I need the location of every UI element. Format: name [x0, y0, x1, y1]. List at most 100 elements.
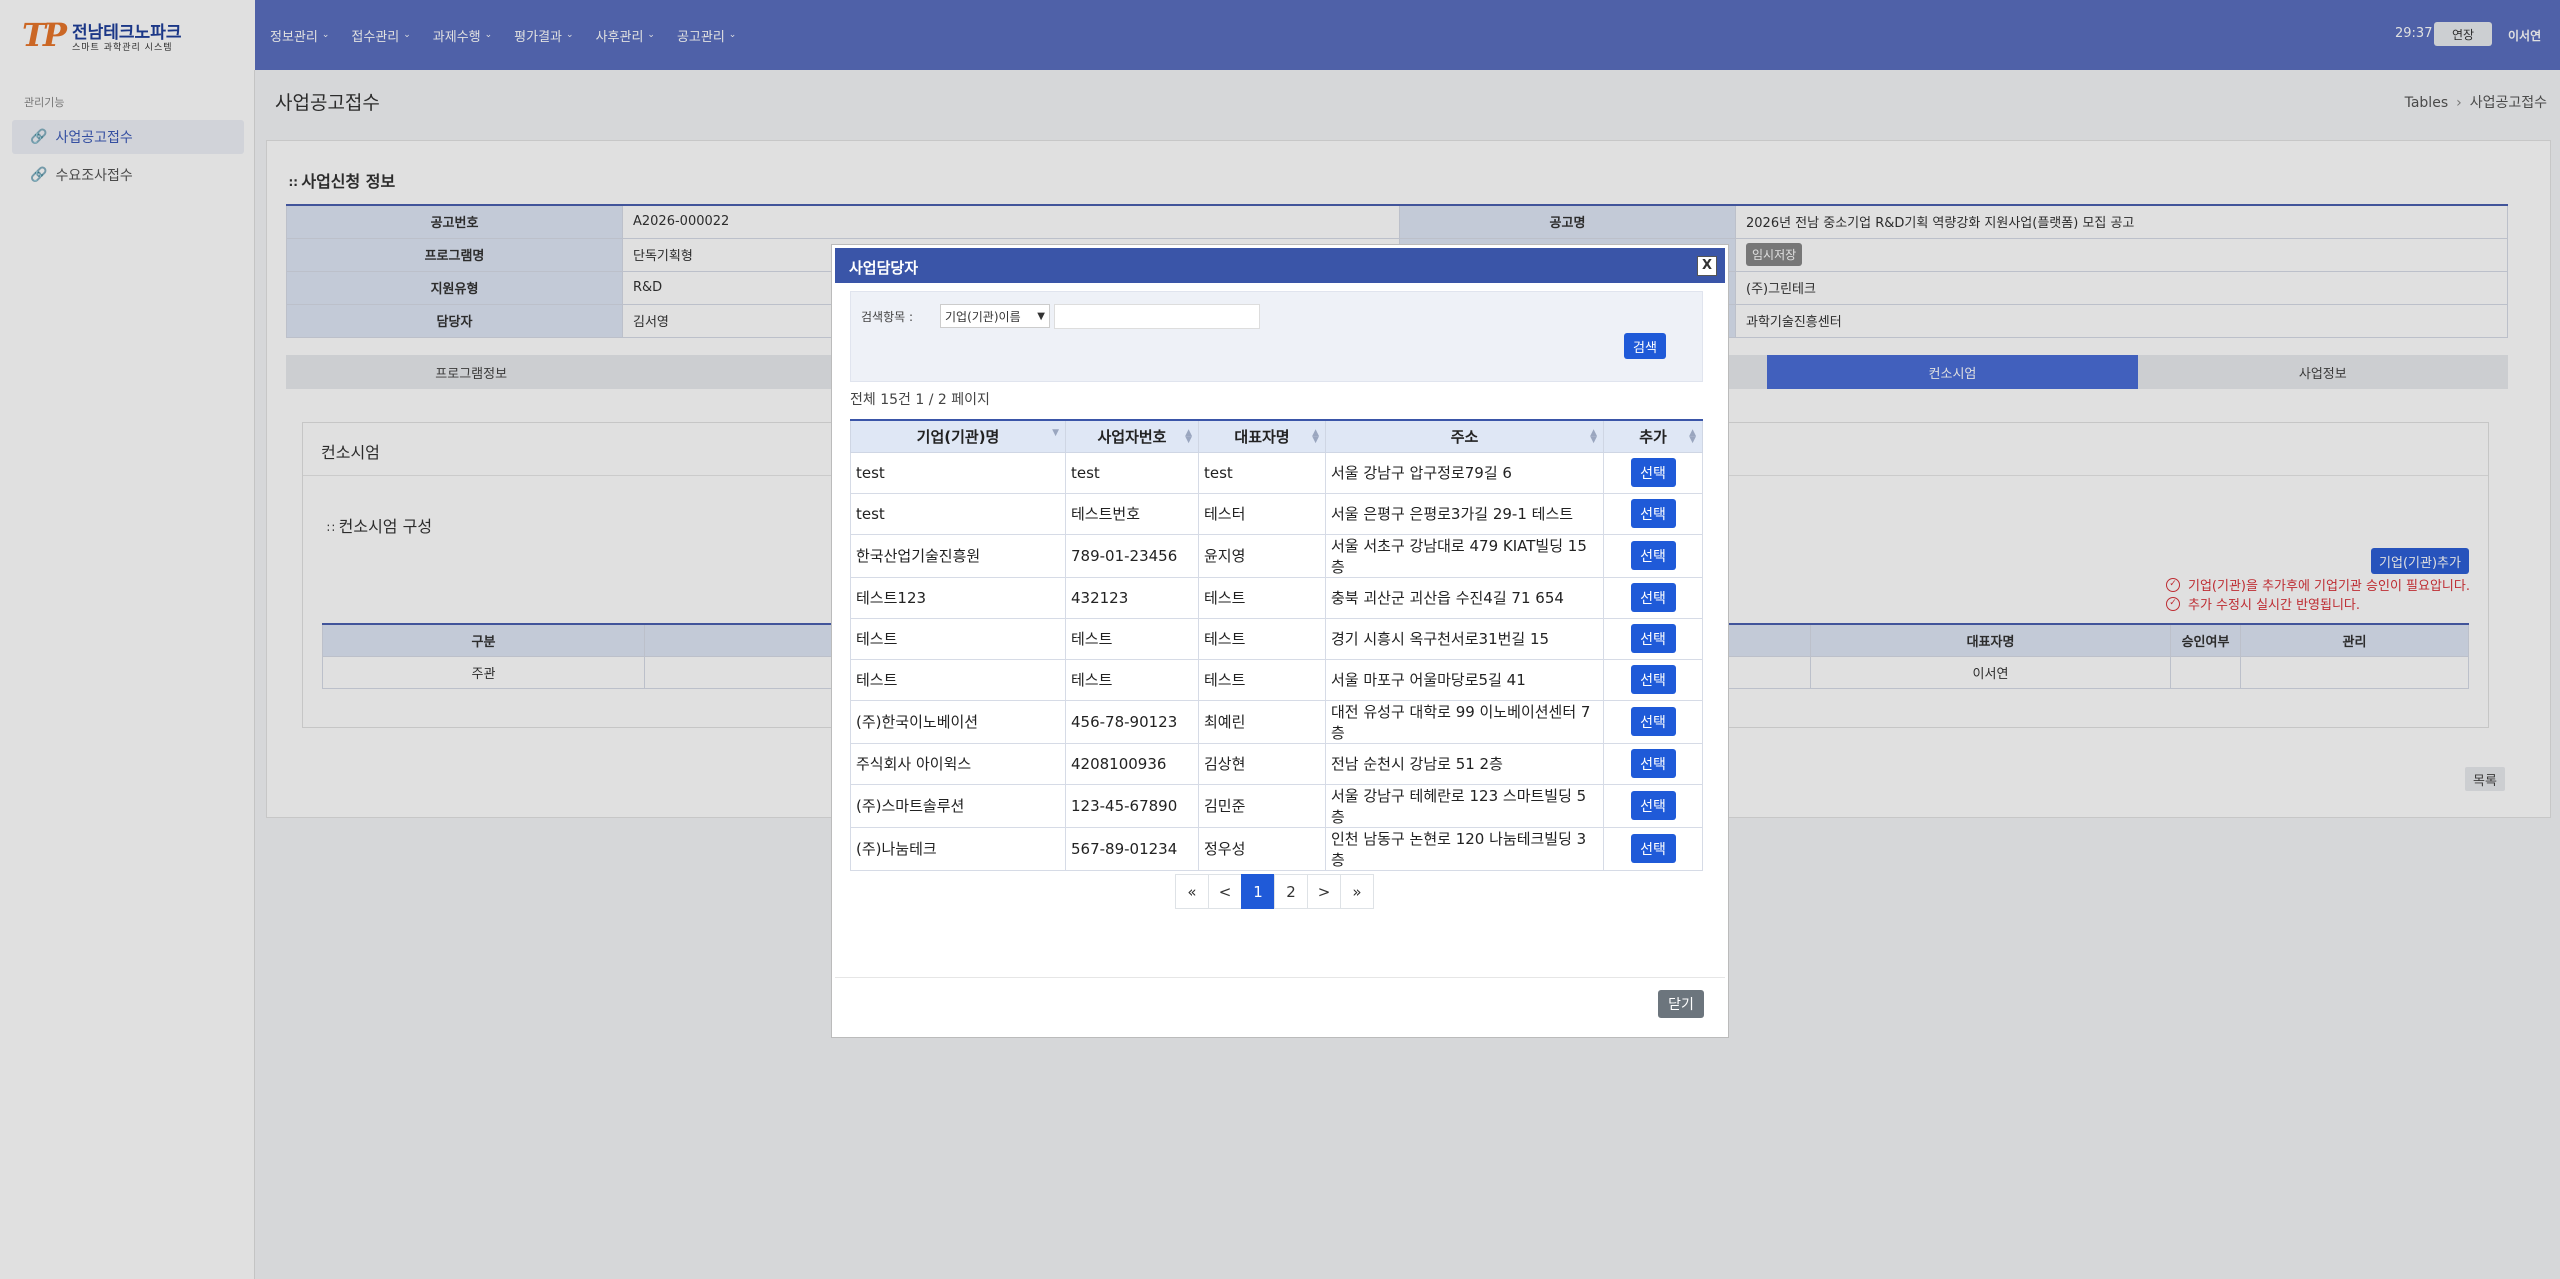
- org-name: 주식회사 아이윅스: [850, 742, 1066, 785]
- org-name: (주)스마트솔루션: [850, 783, 1066, 828]
- select-button[interactable]: 선택: [1630, 624, 1676, 653]
- org-name: test: [850, 451, 1066, 494]
- select-button[interactable]: 선택: [1630, 583, 1676, 612]
- address: 서울 강남구 테헤란로 123 스마트빌딩 5층: [1325, 783, 1604, 828]
- address: 인천 남동구 논현로 120 나눔테크빌딩 3층: [1325, 826, 1604, 871]
- biz-no: 432123: [1065, 576, 1199, 619]
- org-name: 테스트: [850, 658, 1066, 701]
- org-name: 한국산업기술진흥원: [850, 533, 1066, 578]
- sort-icon: ▲ ▼: [1185, 428, 1192, 445]
- select-button[interactable]: 선택: [1630, 791, 1676, 820]
- page-prev-button[interactable]: <: [1208, 874, 1242, 909]
- action-cell: 선택: [1603, 617, 1703, 660]
- biz-no: 테스트: [1065, 658, 1199, 701]
- result-summary: 전체 15건 1 / 2 페이지: [850, 392, 990, 408]
- select-button[interactable]: 선택: [1630, 707, 1676, 736]
- org-name: 테스트123: [850, 576, 1066, 619]
- org-name: (주)나눔테크: [850, 826, 1066, 871]
- search-field-select[interactable]: 기업(기관)이름 ▼: [940, 304, 1050, 328]
- sort-icon: ▲ ▼: [1689, 428, 1696, 445]
- chevron-down-icon: ▼: [1037, 310, 1045, 322]
- pagination: « < 1 2 > »: [1175, 874, 1374, 909]
- action-cell: 선택: [1603, 451, 1703, 494]
- modal-header: 사업담당자 X: [835, 248, 1725, 283]
- column-header-biz-no[interactable]: 사업자번호 ▲ ▼: [1065, 419, 1199, 453]
- organization-result-table: 기업(기관)명 ▼ 사업자번호 ▲ ▼ 대표자명 ▲ ▼ 주소 ▲ ▼ 추가 ▲ ▼ test te…: [850, 419, 1703, 871]
- biz-no: 789-01-23456: [1065, 533, 1199, 578]
- address: 서울 은평구 은평로3가길 29-1 테스트: [1325, 492, 1604, 535]
- address: 대전 유성구 대학로 99 이노베이션센터 7층: [1325, 699, 1604, 744]
- column-header-org-name[interactable]: 기업(기관)명 ▼: [850, 419, 1066, 453]
- rep-name: 정우성: [1198, 826, 1326, 871]
- select-button[interactable]: 선택: [1630, 458, 1676, 487]
- biz-no: 123-45-67890: [1065, 783, 1199, 828]
- address: 전남 순천시 강남로 51 2층: [1325, 742, 1604, 785]
- rep-name: test: [1198, 451, 1326, 494]
- table-row: 주식회사 아이윅스 4208100936 김상현 전남 순천시 강남로 51 2층 선택: [850, 742, 1703, 785]
- table-row: (주)한국이노베이션 456-78-90123 최예린 대전 유성구 대학로 99 이…: [850, 699, 1703, 744]
- table-row: 테스트 테스트 테스트 경기 시흥시 옥구천서로31번길 15 선택: [850, 617, 1703, 660]
- action-cell: 선택: [1603, 576, 1703, 619]
- close-icon-button[interactable]: X: [1697, 256, 1717, 276]
- select-button[interactable]: 선택: [1630, 541, 1676, 570]
- address: 서울 서초구 강남대로 479 KIAT빌딩 15층: [1325, 533, 1604, 578]
- address: 서울 마포구 어울마당로5길 41: [1325, 658, 1604, 701]
- table-row: 테스트123 432123 테스트 충북 괴산군 괴산읍 수진4길 71 654 선택: [850, 576, 1703, 619]
- column-header-label: 기업(기관)명: [916, 427, 1000, 446]
- biz-no: 456-78-90123: [1065, 699, 1199, 744]
- org-name: test: [850, 492, 1066, 535]
- rep-name: 김민준: [1198, 783, 1326, 828]
- sort-icon: ▲ ▼: [1590, 428, 1597, 445]
- modal-footer-divider: [835, 977, 1725, 978]
- table-row: (주)나눔테크 567-89-01234 정우성 인천 남동구 논현로 120 나눔테…: [850, 826, 1703, 871]
- page-first-button[interactable]: «: [1175, 874, 1209, 909]
- search-panel: 검색항목 : 기업(기관)이름 ▼ 검색: [850, 291, 1703, 382]
- action-cell: 선택: [1603, 742, 1703, 785]
- action-cell: 선택: [1603, 492, 1703, 535]
- business-manager-modal: 사업담당자 X 검색항목 : 기업(기관)이름 ▼ 검색 전체 15건 1 / …: [831, 244, 1729, 1038]
- table-header-row: 기업(기관)명 ▼ 사업자번호 ▲ ▼ 대표자명 ▲ ▼ 주소 ▲ ▼ 추가 ▲ ▼: [850, 419, 1703, 453]
- page-1-button[interactable]: 1: [1241, 874, 1275, 909]
- rep-name: 테스트: [1198, 576, 1326, 619]
- sort-desc-icon: ▼: [1052, 428, 1059, 438]
- rep-name: 테스터: [1198, 492, 1326, 535]
- table-row: 한국산업기술진흥원 789-01-23456 윤지영 서울 서초구 강남대로 479 …: [850, 533, 1703, 578]
- close-button[interactable]: 닫기: [1658, 990, 1704, 1018]
- rep-name: 윤지영: [1198, 533, 1326, 578]
- search-button[interactable]: 검색: [1624, 333, 1666, 359]
- modal-title: 사업담당자: [849, 259, 919, 277]
- biz-no: 테스트번호: [1065, 492, 1199, 535]
- rep-name: 김상현: [1198, 742, 1326, 785]
- action-cell: 선택: [1603, 826, 1703, 871]
- page-last-button[interactable]: »: [1340, 874, 1374, 909]
- select-button[interactable]: 선택: [1630, 665, 1676, 694]
- org-name: (주)한국이노베이션: [850, 699, 1066, 744]
- biz-no: 4208100936: [1065, 742, 1199, 785]
- column-header-label: 주소: [1450, 427, 1479, 446]
- rep-name: 최예린: [1198, 699, 1326, 744]
- column-header-rep[interactable]: 대표자명 ▲ ▼: [1198, 419, 1326, 453]
- org-name: 테스트: [850, 617, 1066, 660]
- action-cell: 선택: [1603, 658, 1703, 701]
- page-2-button[interactable]: 2: [1274, 874, 1308, 909]
- select-button[interactable]: 선택: [1630, 749, 1676, 778]
- action-cell: 선택: [1603, 699, 1703, 744]
- search-input[interactable]: [1054, 304, 1260, 329]
- rep-name: 테스트: [1198, 658, 1326, 701]
- column-header-address[interactable]: 주소 ▲ ▼: [1325, 419, 1604, 453]
- rep-name: 테스트: [1198, 617, 1326, 660]
- table-row: (주)스마트솔루션 123-45-67890 김민준 서울 강남구 테헤란로 123 …: [850, 783, 1703, 828]
- biz-no: 567-89-01234: [1065, 826, 1199, 871]
- column-header-add[interactable]: 추가 ▲ ▼: [1603, 419, 1703, 453]
- search-select-value: 기업(기관)이름: [945, 309, 1021, 324]
- address: 경기 시흥시 옥구천서로31번길 15: [1325, 617, 1604, 660]
- select-button[interactable]: 선택: [1630, 834, 1676, 863]
- page-next-button[interactable]: >: [1307, 874, 1341, 909]
- action-cell: 선택: [1603, 783, 1703, 828]
- search-label: 검색항목 :: [861, 310, 914, 324]
- table-row: 테스트 테스트 테스트 서울 마포구 어울마당로5길 41 선택: [850, 658, 1703, 701]
- sort-icon: ▲ ▼: [1312, 428, 1319, 445]
- action-cell: 선택: [1603, 533, 1703, 578]
- select-button[interactable]: 선택: [1630, 499, 1676, 528]
- column-header-label: 추가: [1639, 427, 1667, 446]
